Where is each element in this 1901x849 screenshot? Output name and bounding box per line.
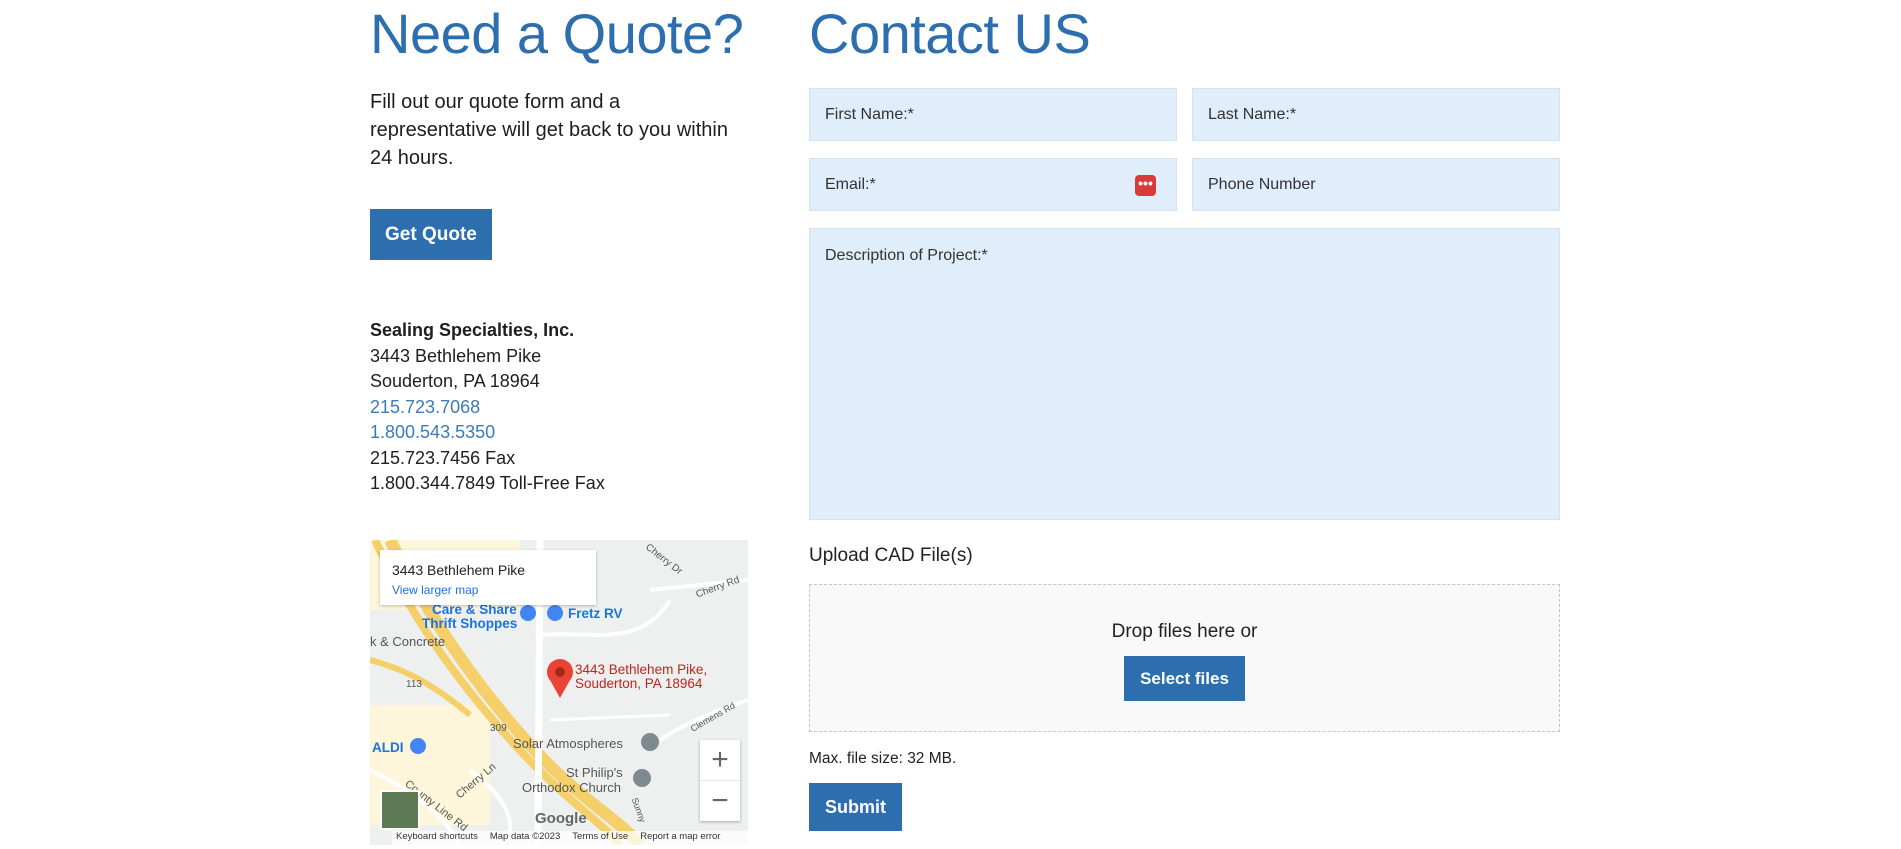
map-label-concrete: k & Concrete: [370, 634, 446, 649]
fax-2: 1.800.344.7849 Toll-Free Fax: [370, 473, 605, 493]
address-line1: 3443 Bethlehem Pike: [370, 345, 542, 366]
zoom-in-button[interactable]: +: [700, 740, 740, 780]
map-zoom-controls: + −: [700, 740, 740, 821]
phone-link-2[interactable]: 1.800.543.5350: [370, 420, 750, 446]
map-label-fretz: Fretz RV: [568, 606, 623, 621]
map-label-orthodox: Orthodox Church: [522, 780, 621, 795]
company-info: Sealing Specialties, Inc. 3443 Bethlehem…: [370, 318, 750, 497]
map-label-st-philips: St Philip's: [566, 765, 623, 780]
map-label-aldi: ALDI: [372, 740, 404, 755]
contact-section: Contact US First Name:* Last Name:* Emai…: [809, 0, 1560, 831]
report-error-link[interactable]: Report a map error: [640, 831, 720, 845]
map-label-route-309: 309: [490, 723, 507, 734]
drop-files-text: Drop files here or: [1111, 621, 1258, 642]
satellite-toggle[interactable]: [380, 790, 420, 830]
company-name: Sealing Specialties, Inc.: [370, 320, 575, 340]
last-name-field[interactable]: Last Name:*: [1192, 88, 1560, 141]
submit-button[interactable]: Submit: [809, 783, 902, 831]
phone-field[interactable]: Phone Number: [1192, 158, 1560, 211]
fax-1: 215.723.7456 Fax: [370, 447, 516, 468]
file-dropzone[interactable]: Drop files here or Select files: [809, 584, 1560, 732]
contact-heading: Contact US: [809, 2, 1091, 65]
embedded-map[interactable]: Cherry Dr Cherry Rd Care & Share Thrift …: [370, 540, 748, 845]
phone-link-1[interactable]: 215.723.7068: [370, 395, 750, 421]
map-label-solar: Solar Atmospheres: [513, 736, 623, 751]
map-label-route-113: 113: [406, 679, 422, 690]
quote-section: Need a Quote? Fill out our quote form an…: [370, 0, 750, 845]
zoom-out-button[interactable]: −: [700, 780, 740, 821]
keyboard-shortcuts-link[interactable]: Keyboard shortcuts: [396, 831, 478, 845]
view-larger-map-link[interactable]: View larger map: [392, 583, 596, 597]
terms-link[interactable]: Terms of Use: [572, 831, 628, 845]
email-field[interactable]: Email:* •••: [809, 158, 1177, 211]
map-pin-label-2: Souderton, PA 18964: [575, 676, 703, 691]
map-info-card: 3443 Bethlehem Pike View larger map: [380, 550, 596, 605]
address-line2: Souderton, PA 18964: [370, 371, 540, 391]
max-file-size: Max. file size: 32 MB.: [809, 750, 957, 767]
email-field-label: Email:*: [825, 175, 876, 193]
password-manager-icon[interactable]: •••: [1135, 175, 1156, 196]
map-pin-label-1: 3443 Bethlehem Pike,: [575, 662, 708, 677]
quote-intro: Fill out our quote form and a representa…: [370, 91, 728, 169]
upload-label: Upload CAD File(s): [809, 545, 973, 566]
map-card-title: 3443 Bethlehem Pike: [392, 562, 526, 578]
description-textarea[interactable]: Description of Project:*: [809, 228, 1560, 520]
map-data-text: Map data ©2023: [489, 831, 561, 842]
google-logo: Google: [535, 810, 587, 827]
map-footer: Keyboard shortcuts Map data ©2023 Terms …: [392, 831, 748, 845]
get-quote-button[interactable]: Get Quote: [370, 209, 492, 260]
select-files-button[interactable]: Select files: [1124, 656, 1245, 701]
first-name-field[interactable]: First Name:*: [809, 88, 1177, 141]
quote-heading: Need a Quote?: [370, 2, 744, 65]
map-label-thrift: Thrift Shoppes: [422, 616, 518, 631]
